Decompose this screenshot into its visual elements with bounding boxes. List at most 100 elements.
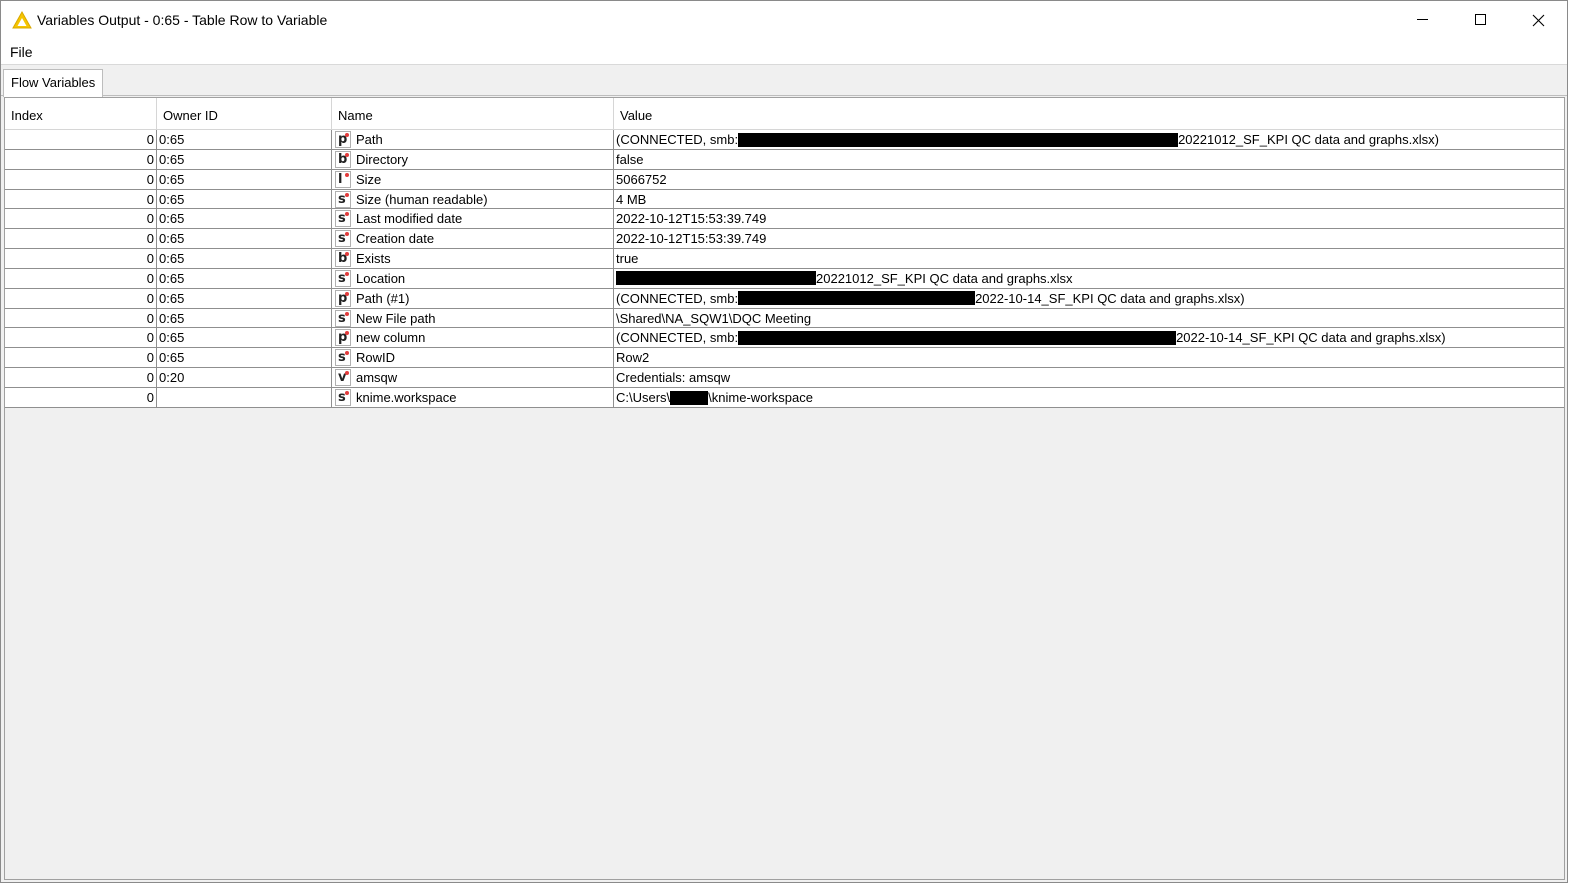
cell-name: s knime.workspace [332,387,614,407]
column-header-index[interactable]: Index [5,98,157,130]
value-text: 2022-10-12T15:53:39.749 [616,211,767,227]
value-text: 4 MB [616,191,647,207]
cell-name: s Creation date [332,229,614,249]
cell-owner-id: 0:65 [157,308,332,328]
cell-index: 0 [5,308,157,328]
cell-owner-id: 0:65 [157,229,332,249]
table-row[interactable]: 0 0:65 s Location 20221012_SF_KPI QC data an… [5,268,1564,289]
value-text: Credentials: amsqw [616,370,731,386]
table-body: 0 0:65 p Path (CONNECTED, smb: 20221012_SF_KP… [5,130,1564,408]
cell-name: b Directory [332,149,614,169]
maximize-button[interactable] [1452,1,1510,39]
cell-value: Credentials: amsqw [614,368,1564,387]
column-header-name[interactable]: Name [332,98,614,130]
variable-type-letter: l [338,171,343,187]
value-text: Row2 [616,350,650,366]
variable-type-icon: s [335,269,351,287]
table-row[interactable]: 0 0:65 s Creation date 2022-10-12T15:53:39.7… [5,229,1564,250]
cell-index: 0 [5,209,157,229]
cell-value: Row2 [614,348,1564,367]
variable-name: amsqw [356,370,398,386]
value-text: (CONNECTED, smb: [616,290,739,306]
cell-name: p Path [332,130,614,149]
value-text: (CONNECTED, smb: [616,330,739,346]
cell-owner-id: 0:65 [157,328,332,348]
variable-type-icon: s [335,388,351,406]
column-header-value[interactable]: Value [614,98,1564,130]
table-row[interactable]: 0 0:65 b Directory false [5,149,1564,170]
value-text-suffix: 2022-10-14_SF_KPI QC data and graphs.xls… [1176,330,1446,346]
cell-index: 0 [5,328,157,348]
variable-name: new column [356,330,426,346]
variables-output-window: Variables Output - 0:65 - Table Row to V… [0,0,1568,883]
table-row[interactable]: 0 0:65 s New File path \Shared\NA_SQW1\DQC M… [5,308,1564,329]
tab-flow-variables[interactable]: Flow Variables [3,69,103,97]
flow-variable-dot-icon [345,271,349,276]
flow-variable-dot-icon [345,331,349,336]
table-row[interactable]: 0 0:65 p new column (CONNECTED, smb: 2022-10-… [5,328,1564,349]
variable-name: Exists [356,251,391,267]
table-row[interactable]: 0 0:65 l Size 5066752 [5,169,1564,190]
flow-variable-dot-icon [345,371,349,376]
table-row[interactable]: 0 s knime.workspace C:\Users\ \knime-workspa… [5,387,1564,408]
cell-name: l Size [332,169,614,189]
cell-index: 0 [5,348,157,368]
variable-type-icon: s [335,210,351,228]
table-row[interactable]: 0 0:65 s Last modified date 2022-10-12T15:53… [5,209,1564,230]
cell-index: 0 [5,387,157,407]
value-text-suffix: 20221012_SF_KPI QC data and graphs.xlsx [816,270,1073,286]
table-row[interactable]: 0 0:65 s RowID Row2 [5,348,1564,369]
table-row[interactable]: 0 0:65 s Size (human readable) 4 MB [5,189,1564,210]
cell-index: 0 [5,130,157,149]
value-text: \Shared\NA_SQW1\DQC Meeting [616,310,812,326]
variable-name: Path (#1) [356,290,410,306]
variable-name: Creation date [356,231,435,247]
variable-name: RowID [356,350,396,366]
redaction-block [616,271,816,286]
cell-name: p Path (#1) [332,288,614,308]
variable-name: Last modified date [356,211,463,227]
flow-variable-dot-icon [345,232,349,237]
title-bar[interactable]: Variables Output - 0:65 - Table Row to V… [1,1,1567,39]
table-row[interactable]: 0 0:65 p Path (#1) (CONNECTED, smb: 2022-10-1… [5,288,1564,309]
flow-variable-dot-icon [345,152,349,157]
cell-owner-id: 0:65 [157,288,332,308]
value-text-suffix: \knime-workspace [708,389,813,405]
cell-value: 4 MB [614,190,1564,209]
table-row[interactable]: 0 0:65 p Path (CONNECTED, smb: 20221012_SF_KP… [5,130,1564,150]
table-row[interactable]: 0 0:65 b Exists true [5,249,1564,269]
variable-type-icon: b [335,250,351,268]
redaction-block [738,291,976,306]
flow-variable-dot-icon [345,291,349,296]
cell-value: (CONNECTED, smb: 20221012_SF_KPI QC data … [614,130,1564,149]
menu-bar: File [1,39,1567,65]
menu-file[interactable]: File [10,44,33,60]
flow-variable-dot-icon [345,311,349,316]
cell-owner-id: 0:65 [157,130,332,149]
column-header-owner-id[interactable]: Owner ID [157,98,332,130]
variable-type-icon: s [335,190,351,208]
variable-type-icon: l [335,170,351,188]
table-header: Index Owner ID Name Value [5,98,1564,130]
flow-variable-dot-icon [345,252,349,257]
maximize-icon [1475,14,1487,26]
minimize-button[interactable] [1394,1,1452,39]
flow-variables-panel: Index Owner ID Name Value 0 0:65 p Path (CON… [4,97,1565,880]
flow-variable-dot-icon [345,212,349,217]
cell-owner-id: 0:20 [157,368,332,388]
variable-type-icon: s [335,349,351,367]
tab-strip: Flow Variables [1,66,1567,97]
cell-owner-id: 0:65 [157,249,332,269]
table-row[interactable]: 0 0:20 v amsqw Credentials: amsqw [5,368,1564,388]
value-text: true [616,251,639,267]
variable-type-icon: p [335,131,351,148]
value-text: C:\Users\ [616,389,671,405]
value-text: 5066752 [616,171,667,187]
close-button[interactable] [1509,1,1567,39]
cell-name: s Location [332,268,614,288]
flow-variable-dot-icon [345,351,349,356]
cell-name: p new column [332,328,614,348]
cell-owner-id: 0:65 [157,209,332,229]
cell-index: 0 [5,169,157,189]
cell-name: s Size (human readable) [332,189,614,209]
